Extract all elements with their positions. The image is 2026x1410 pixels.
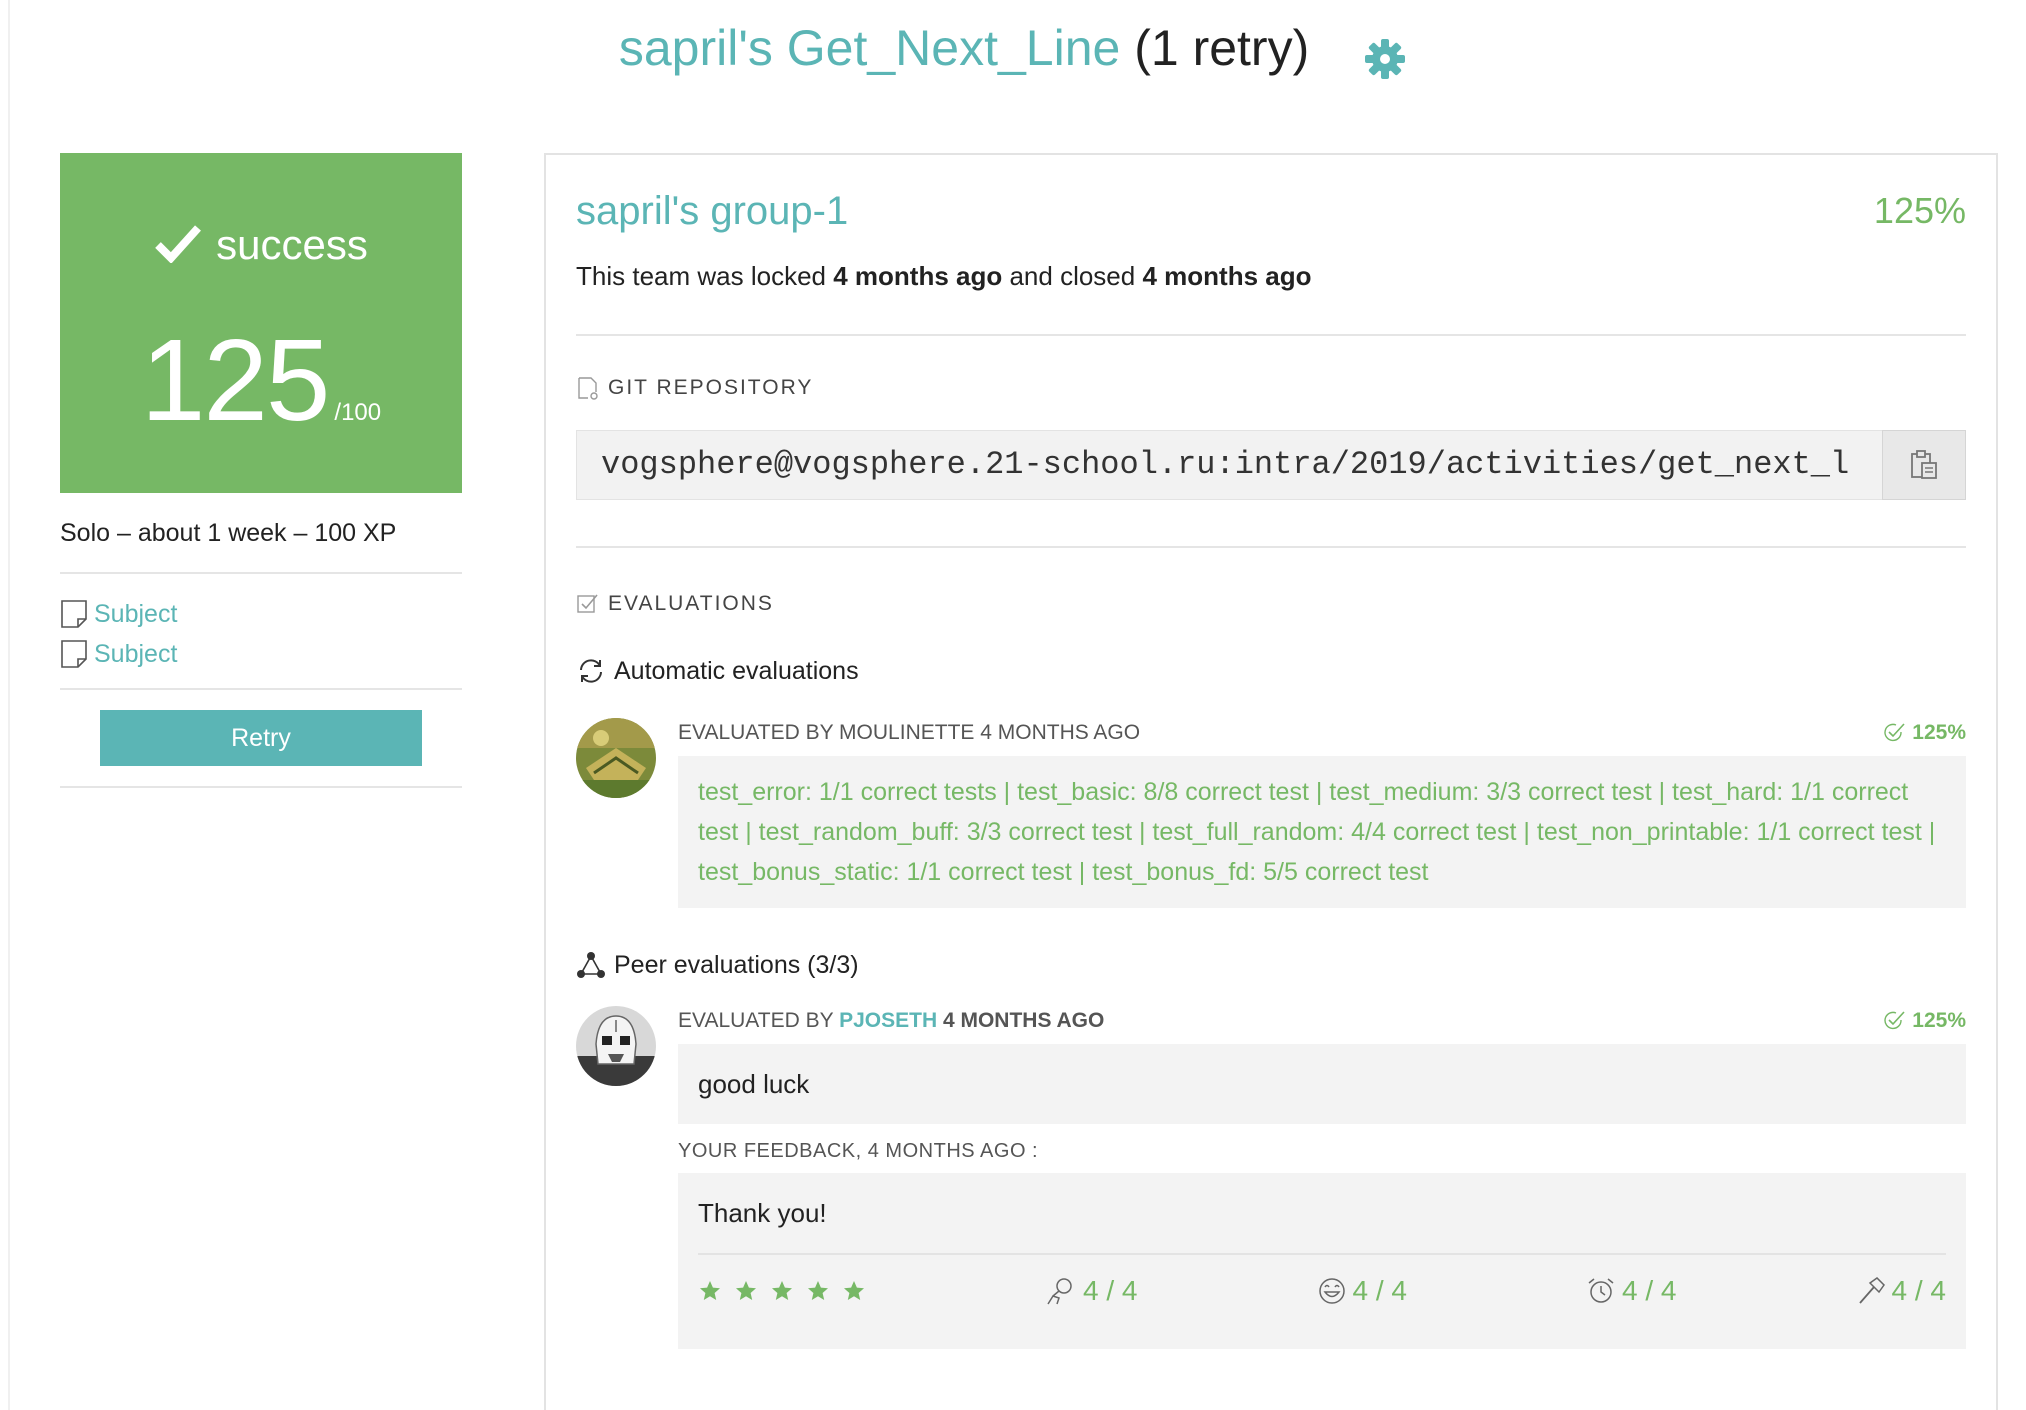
- automatic-evaluation: EVALUATED BY MOULINETTE 4 MONTHS AGO 125…: [576, 718, 1966, 908]
- rating-value: 4 / 4: [1352, 1275, 1407, 1306]
- rating-rigorous: 4 / 4: [1856, 1275, 1946, 1307]
- star-icon: [844, 1281, 864, 1300]
- refresh-icon: [580, 659, 602, 683]
- evaluations-label-text: EVALUATIONS: [608, 592, 774, 615]
- evaluation-header: EVALUATED BY MOULINETTE 4 MONTHS AGO 125…: [678, 718, 1966, 748]
- star-icon: [736, 1281, 756, 1300]
- file-code-icon: [578, 377, 598, 400]
- copy-button[interactable]: [1882, 430, 1966, 500]
- evaluated-by: EVALUATED BY PJOSETH 4 MONTHS AGO: [678, 1006, 1104, 1036]
- mark-max: /100: [334, 399, 382, 426]
- subject-label: Subject: [94, 599, 178, 628]
- network-icon: [577, 952, 605, 978]
- score-value: 125%: [1912, 1009, 1966, 1032]
- rating-value: 4 / 4: [1083, 1275, 1138, 1306]
- rating-value: 4 / 4: [1622, 1275, 1677, 1306]
- document-icon: [61, 600, 87, 628]
- document-icon: [61, 640, 87, 668]
- final-mark: 125/100: [60, 313, 462, 447]
- alarm-clock-icon: [1588, 1278, 1614, 1303]
- checkmark-icon: [155, 225, 202, 264]
- star-icon: [808, 1281, 828, 1300]
- smiley-icon: [1318, 1278, 1345, 1304]
- locked-time: 4 months ago: [833, 261, 1003, 291]
- team-panel: sapril's group-1 125% This team was lock…: [544, 153, 1998, 1410]
- team-status: This team was locked 4 months ago and cl…: [576, 261, 1966, 292]
- gear-icon[interactable]: [1363, 24, 1407, 79]
- evaluator-link[interactable]: PJOSETH: [839, 1009, 937, 1032]
- team-name: sapril's group-1: [576, 189, 849, 233]
- automatic-evaluations-heading: Automatic evaluations: [576, 656, 1966, 686]
- page-edge: [8, 0, 10, 1410]
- peer-evaluation: EVALUATED BY PJOSETH 4 MONTHS AGO 125% g…: [576, 1006, 1966, 1349]
- evaluation-score: 125%: [1882, 718, 1966, 748]
- checkbox-icon: [577, 594, 598, 613]
- project-title[interactable]: sapril's Get_Next_Line: [619, 20, 1120, 76]
- final-mark-box: success 125/100: [60, 153, 462, 493]
- score-value: 125%: [1912, 721, 1966, 744]
- page-header: sapril's Get_Next_Line (1 retry): [0, 8, 2026, 88]
- retry-area: Retry: [60, 690, 462, 786]
- avatar[interactable]: [576, 718, 656, 798]
- git-repository: vogsphere@vogsphere.21-school.ru:intra/2…: [576, 430, 1966, 500]
- test-results: test_error: 1/1 correct tests | test_bas…: [678, 756, 1966, 908]
- star-icon: [772, 1281, 792, 1300]
- feedback-text: Thank you!: [698, 1198, 827, 1228]
- subject-list: Subject Subject: [60, 574, 462, 688]
- project-sidebar: success 125/100 Solo – about 1 week – 10…: [60, 153, 462, 788]
- evaluations-label: EVALUATIONS: [576, 592, 1966, 616]
- feedback-label: YOUR FEEDBACK, 4 MONTHS AGO :: [678, 1140, 1039, 1162]
- automatic-evaluations-title: Automatic evaluations: [614, 656, 859, 685]
- peer-evaluations-heading: Peer evaluations (3/3): [576, 950, 1966, 980]
- divider: [576, 334, 1966, 336]
- check-circle-icon: [1884, 723, 1905, 742]
- team-final-mark: 125%: [1873, 190, 1966, 231]
- star-rating: [698, 1279, 866, 1303]
- rating-interested: 4 / 4: [1045, 1275, 1138, 1307]
- rating-value: 4 / 4: [1891, 1275, 1946, 1306]
- retry-count: (1 retry): [1134, 20, 1310, 76]
- closed-time: 4 months ago: [1142, 261, 1312, 291]
- git-url-field[interactable]: vogsphere@vogsphere.21-school.ru:intra/2…: [576, 430, 1882, 500]
- evaluated-by-prefix: EVALUATED BY: [678, 1009, 834, 1032]
- subject-link[interactable]: Subject: [60, 634, 462, 674]
- peer-evaluations-title: Peer evaluations (3/3): [614, 950, 859, 979]
- rating-punctuality: 4 / 4: [1586, 1275, 1677, 1307]
- divider: [576, 546, 1966, 548]
- divider: [698, 1253, 1946, 1255]
- team-status-prefix: This team was locked: [576, 261, 826, 291]
- evaluation-comment: good luck: [678, 1044, 1966, 1124]
- interested-icon: [1047, 1278, 1072, 1305]
- retry-button[interactable]: Retry: [100, 710, 422, 766]
- feedback-box: Thank you! 4 / 4 4 / 4 4 / 4 4 / 4: [678, 1173, 1966, 1349]
- evaluation-score: 125%: [1882, 1006, 1966, 1036]
- rating-nice: 4 / 4: [1317, 1275, 1407, 1307]
- subject-link[interactable]: Subject: [60, 594, 462, 634]
- team-status-mid: and closed: [1009, 261, 1136, 291]
- divider: [60, 786, 462, 788]
- git-label-text: GIT REPOSITORY: [608, 376, 814, 399]
- project-meta: Solo – about 1 week – 100 XP: [60, 519, 397, 547]
- evaluation-time: 4 MONTHS AGO: [942, 1009, 1105, 1032]
- status-badge: success: [60, 221, 462, 269]
- clipboard-icon: [1911, 450, 1937, 479]
- evaluated-by: EVALUATED BY MOULINETTE 4 MONTHS AGO: [678, 721, 1141, 744]
- star-icon: [700, 1281, 720, 1300]
- status-text: success: [216, 221, 368, 268]
- check-circle-icon: [1884, 1011, 1905, 1030]
- avatar[interactable]: [576, 1006, 656, 1086]
- evaluation-header: EVALUATED BY PJOSETH 4 MONTHS AGO 125%: [678, 1006, 1966, 1036]
- feedback-ratings: 4 / 4 4 / 4 4 / 4 4 / 4: [698, 1271, 1946, 1311]
- git-repository-label: GIT REPOSITORY: [576, 376, 1966, 400]
- hammer-icon: [1858, 1277, 1885, 1304]
- mark-value: 125: [140, 315, 331, 445]
- subject-label: Subject: [94, 639, 178, 668]
